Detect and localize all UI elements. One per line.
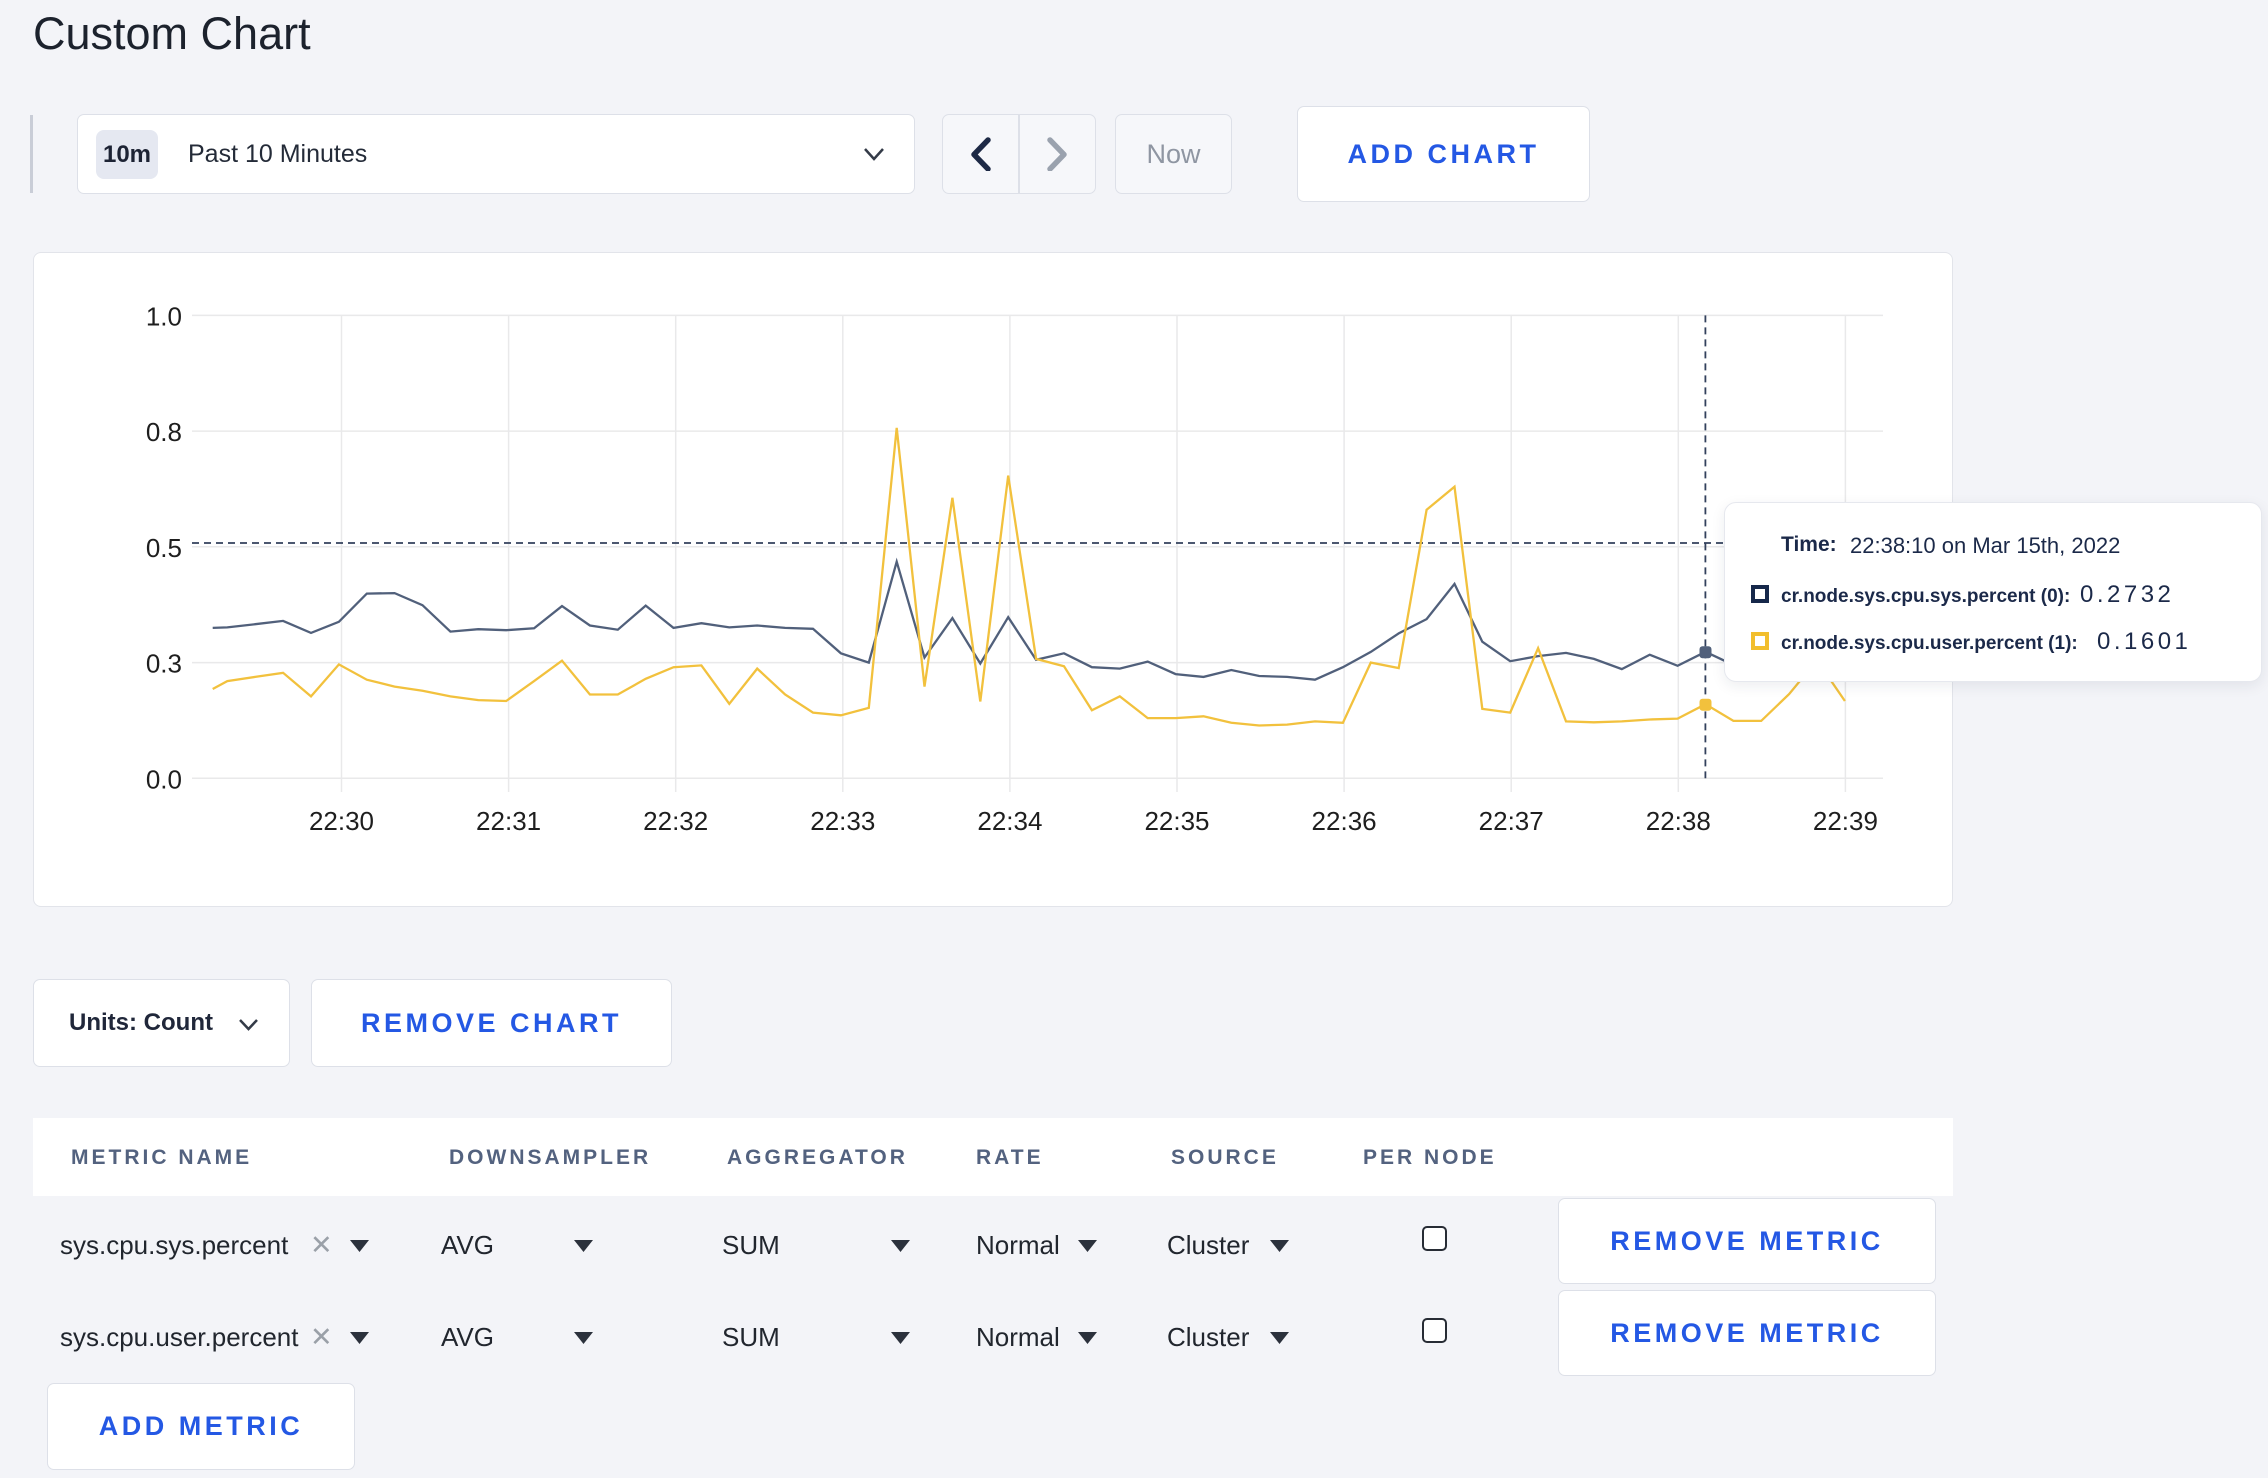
svg-text:0.3: 0.3 bbox=[146, 649, 182, 679]
svg-text:0.5: 0.5 bbox=[146, 533, 182, 563]
svg-text:22:36: 22:36 bbox=[1312, 806, 1377, 836]
svg-text:22:31: 22:31 bbox=[476, 806, 541, 836]
svg-text:0.0: 0.0 bbox=[146, 764, 182, 794]
svg-text:22:38: 22:38 bbox=[1646, 806, 1711, 836]
svg-text:22:34: 22:34 bbox=[977, 806, 1042, 836]
svg-text:22:37: 22:37 bbox=[1479, 806, 1544, 836]
svg-text:22:35: 22:35 bbox=[1144, 806, 1209, 836]
svg-text:22:39: 22:39 bbox=[1813, 806, 1878, 836]
svg-text:22:30: 22:30 bbox=[309, 806, 374, 836]
svg-text:1.0: 1.0 bbox=[146, 301, 182, 331]
svg-text:0.8: 0.8 bbox=[146, 417, 182, 447]
svg-text:22:32: 22:32 bbox=[643, 806, 708, 836]
svg-text:22:33: 22:33 bbox=[810, 806, 875, 836]
